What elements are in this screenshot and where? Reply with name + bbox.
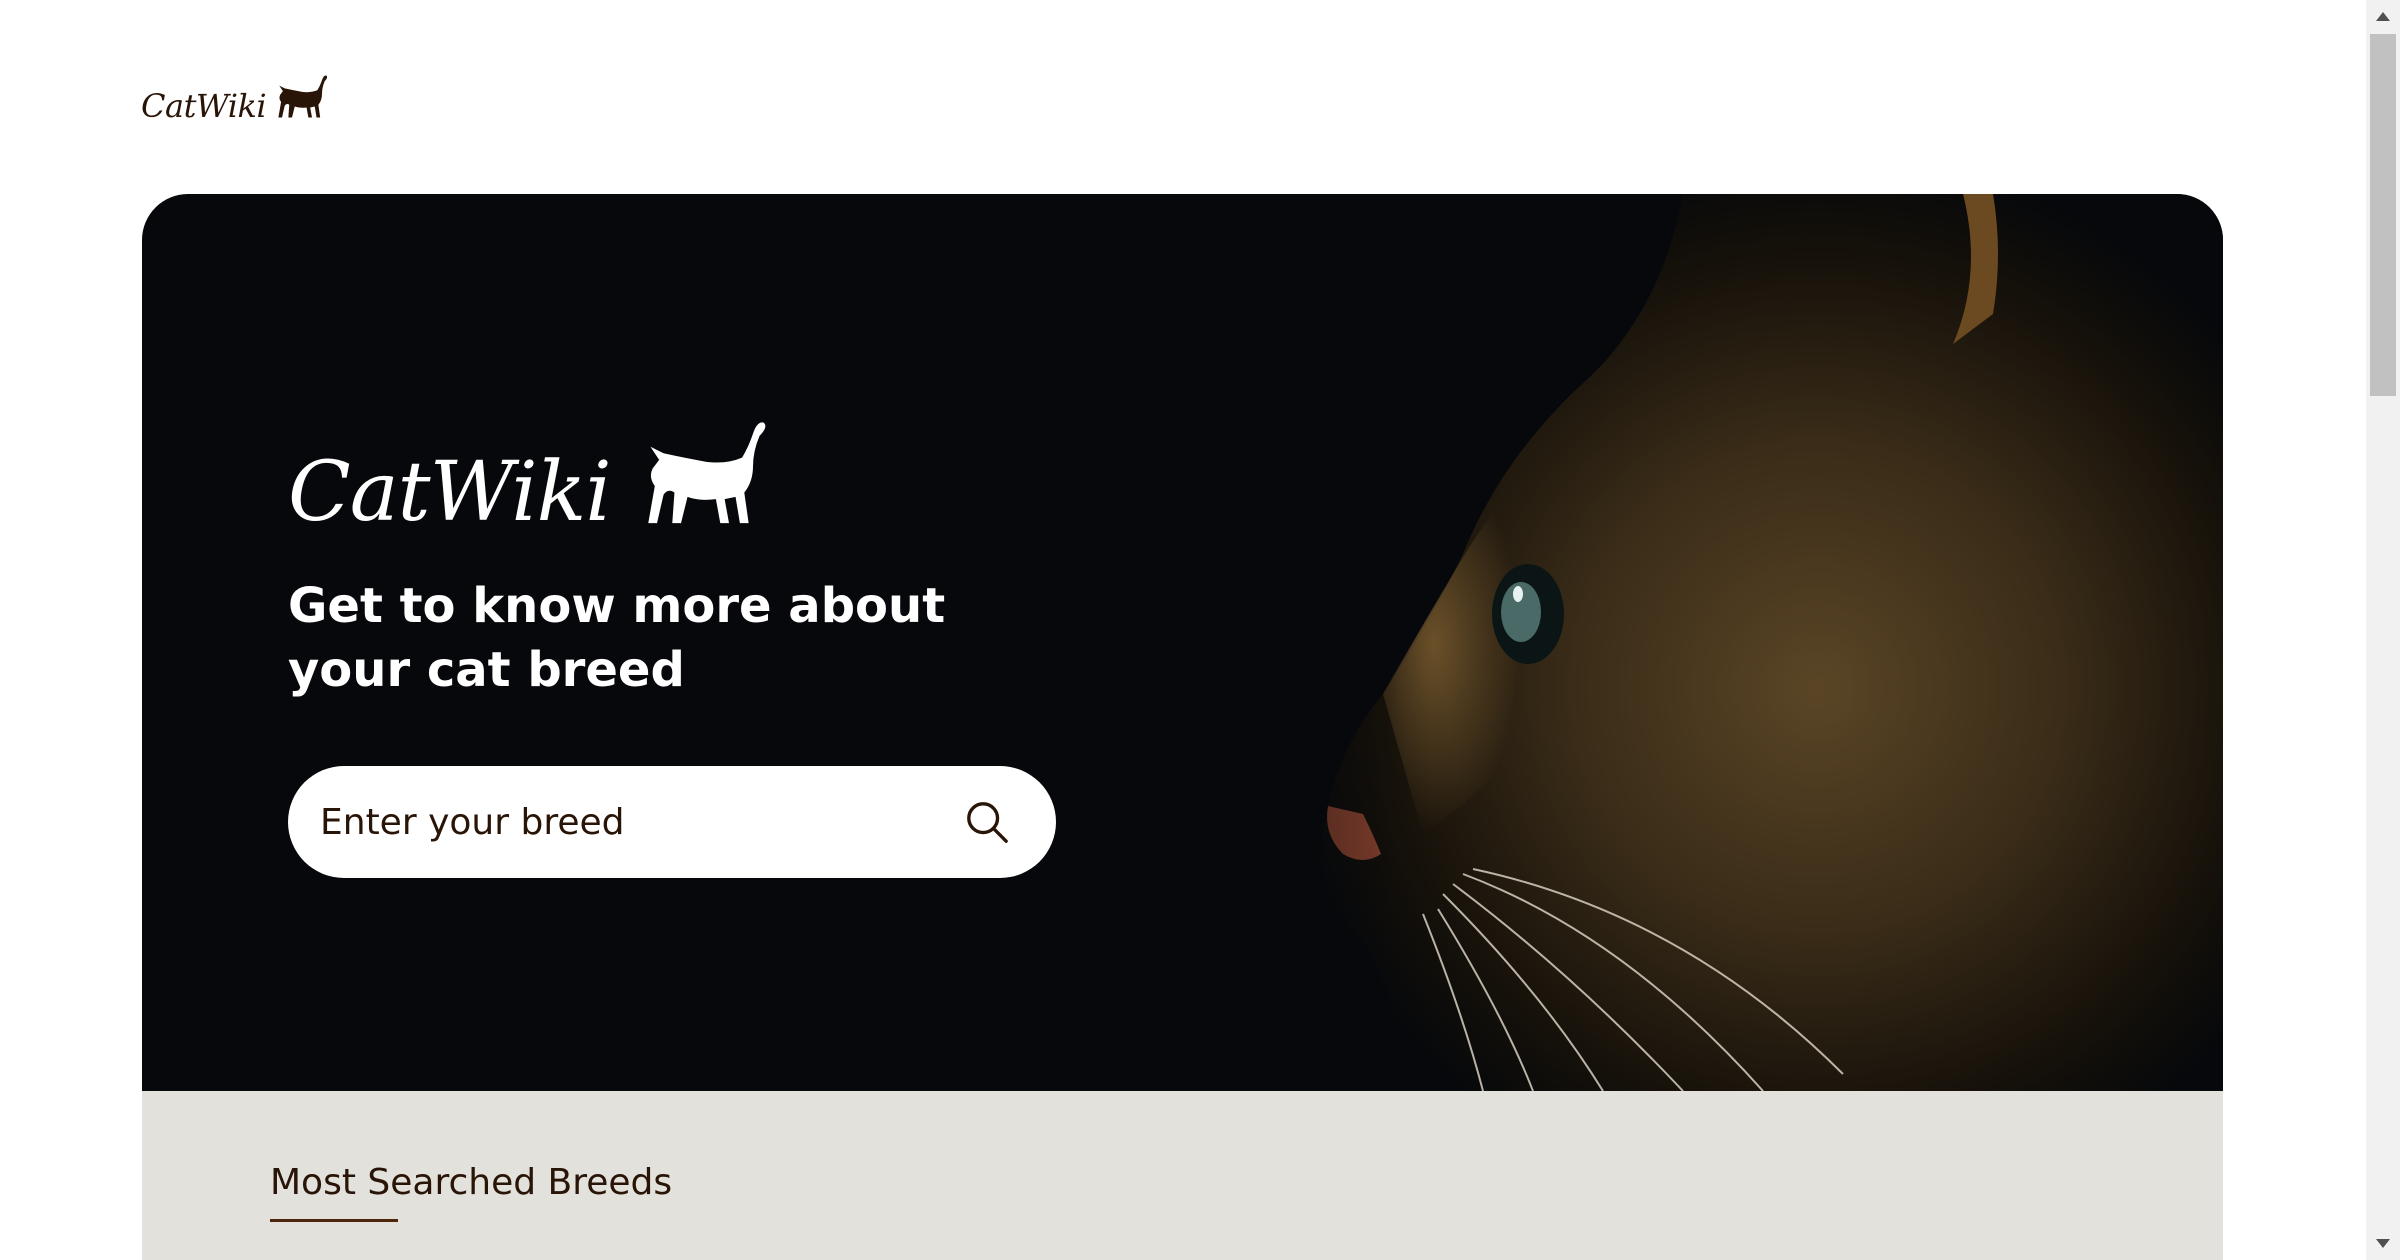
hero-banner: CatWiki Get to know more about your cat … [142,194,2223,1091]
cat-silhouette-icon [278,75,328,118]
hero-logo: CatWiki [288,414,775,534]
scroll-up-icon[interactable] [2376,12,2390,21]
section-title-underline [270,1219,398,1222]
hero-tagline: Get to know more about your cat breed [288,578,946,698]
vertical-scrollbar[interactable] [2366,0,2400,1260]
most-searched-breeds-section: Most Searched Breeds [142,1091,2223,1260]
search-icon[interactable] [964,799,1010,845]
breed-search-box [288,766,1056,878]
header-logo-text: CatWiki [141,87,267,125]
hero-logo-text: CatWiki [288,445,612,540]
scroll-down-icon[interactable] [2376,1239,2390,1248]
scrollbar-thumb[interactable] [2370,34,2396,396]
breed-search-input[interactable] [320,801,964,843]
section-title: Most Searched Breeds [270,1162,673,1203]
header-logo[interactable]: CatWiki [141,66,330,122]
cat-profile-photo [1123,194,2223,1091]
page: CatWiki CatWiki Get to know more about y… [0,0,2400,1260]
cat-silhouette-icon [647,422,765,524]
